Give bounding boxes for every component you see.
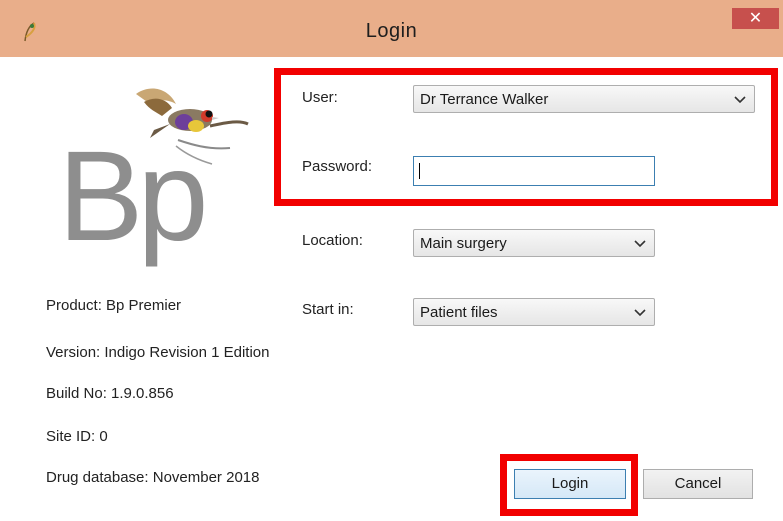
bp-logo: Bp — [58, 88, 249, 268]
build-number: Build No: 1.9.0.856 — [46, 385, 174, 402]
start-in-select-value: Patient files — [420, 304, 498, 321]
close-button[interactable]: ✕ — [732, 8, 779, 29]
site-id: Site ID: 0 — [46, 428, 108, 445]
logo-text: Bp — [58, 125, 203, 268]
location-select[interactable]: Main surgery — [413, 229, 655, 257]
product-name: Product: Bp Premier — [46, 297, 182, 314]
text-caret — [419, 163, 420, 179]
user-select[interactable]: Dr Terrance Walker — [413, 85, 755, 113]
chevron-down-icon — [734, 96, 746, 104]
drug-database: Drug database: November 2018 — [46, 469, 260, 486]
cancel-button[interactable]: Cancel — [643, 469, 753, 499]
user-label: User: — [302, 89, 338, 106]
location-label: Location: — [302, 232, 363, 249]
login-button[interactable]: Login — [514, 469, 626, 499]
title-bar[interactable]: Login ✕ — [0, 0, 783, 57]
password-field[interactable] — [413, 156, 655, 186]
close-icon: ✕ — [748, 10, 763, 27]
chevron-down-icon — [634, 240, 646, 248]
location-select-value: Main surgery — [420, 235, 507, 252]
user-select-value: Dr Terrance Walker — [420, 91, 549, 108]
chevron-down-icon — [634, 309, 646, 317]
version-text: Version: Indigo Revision 1 Edition — [46, 344, 270, 361]
start-in-label: Start in: — [302, 301, 354, 318]
password-label: Password: — [302, 158, 373, 175]
window-title: Login — [365, 20, 418, 42]
start-in-select[interactable]: Patient files — [413, 298, 655, 326]
